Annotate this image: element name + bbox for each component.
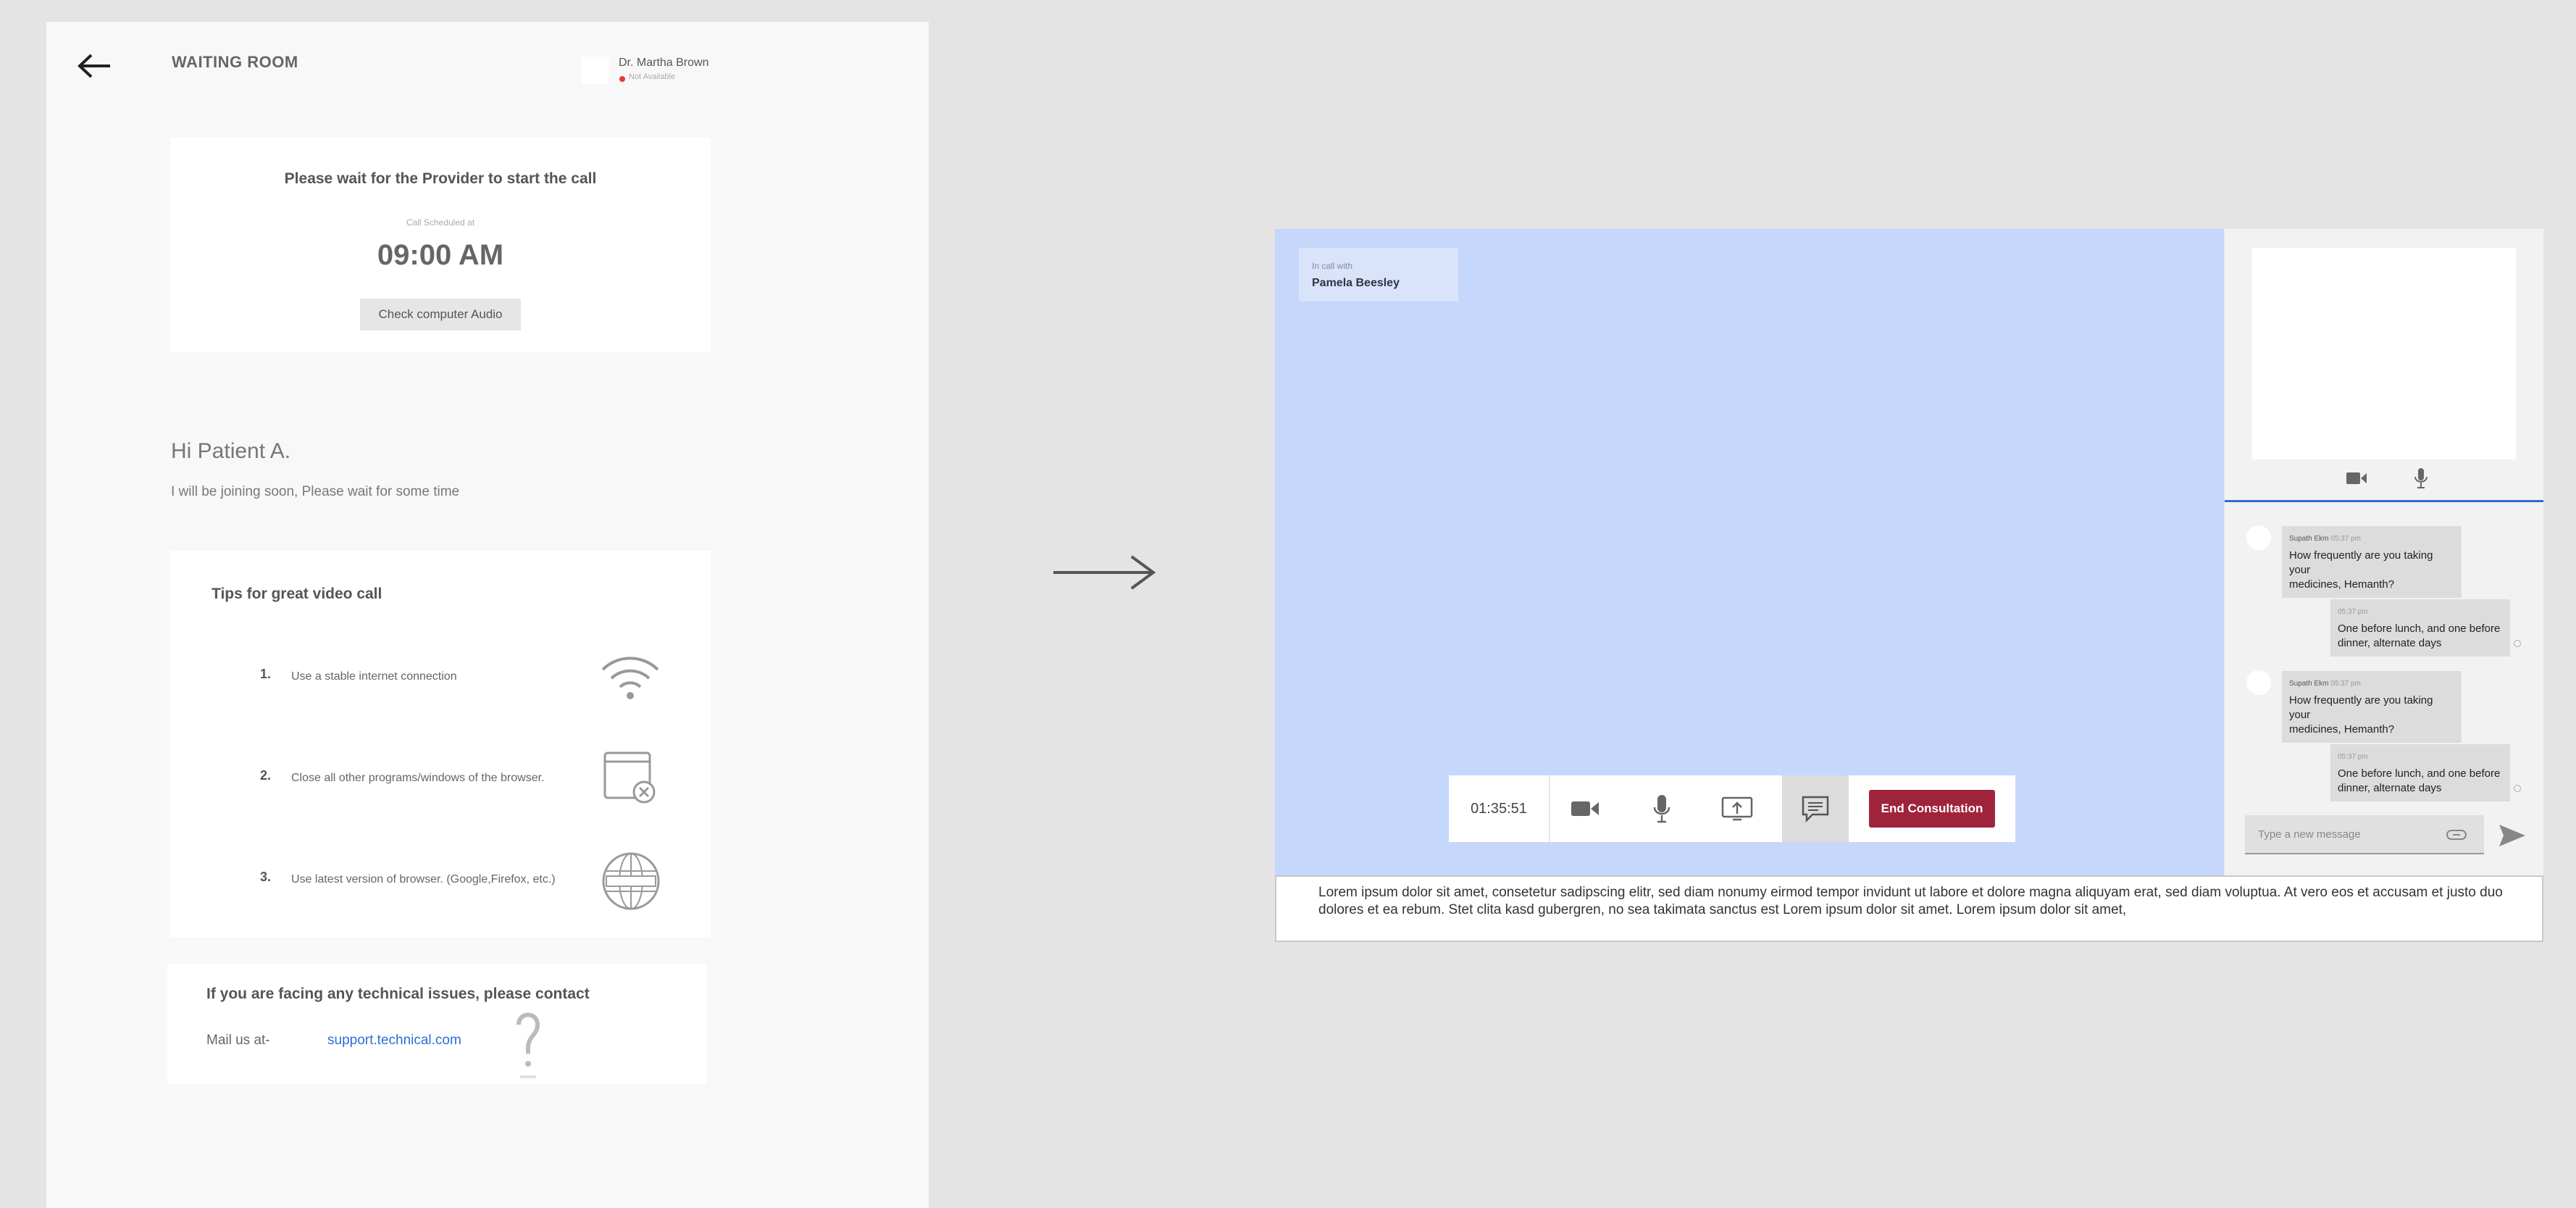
in-call-badge: In call with Pamela Beesley [1299, 248, 1458, 301]
mic-toggle-button[interactable] [1628, 775, 1695, 842]
tip-number: 1. [260, 667, 272, 681]
message-time: 05:37 pm [2330, 680, 2361, 688]
globe-icon [602, 852, 660, 910]
send-icon[interactable] [2498, 823, 2527, 848]
message-line: dinner, alternate days [2338, 782, 2442, 794]
chat-message-sent: 05:37 pm One before lunch, and one befor… [2330, 744, 2510, 801]
tips-title: Tips for great video call [212, 586, 382, 602]
tip-text: Close all other programs/windows of the … [291, 772, 545, 784]
wait-card: Please wait for the Provider to start th… [170, 138, 711, 352]
end-consultation-button[interactable]: End Consultation [1869, 790, 1995, 828]
question-mark-icon [517, 1012, 540, 1078]
video-camera-icon [1571, 801, 1599, 816]
message-line: How frequently are you taking your [2289, 549, 2433, 576]
caption-box: Lorem ipsum dolor sit amet, consetetur s… [1275, 875, 2543, 942]
message-line: dinner, alternate days [2338, 637, 2442, 649]
greeting: Hi Patient A. [171, 439, 291, 463]
message-line: One before lunch, and one before [2338, 622, 2501, 635]
chat-toggle-button[interactable] [1782, 775, 1849, 842]
chat-message-received: Supath Ekm 05:37 pm How frequently are y… [2282, 526, 2462, 598]
message-time: 05:37 pm [2338, 608, 2368, 616]
doctor-status: Not Available [629, 72, 676, 81]
mail-prefix: Mail us at- [206, 1033, 270, 1048]
sender-avatar [2246, 670, 2271, 695]
check-audio-button[interactable]: Check computer Audio [360, 299, 521, 330]
close-window-icon [603, 751, 656, 804]
self-mic-icon[interactable] [2414, 467, 2428, 489]
support-card: If you are facing any technical issues, … [167, 964, 706, 1084]
microphone-icon [1653, 795, 1670, 823]
chat-message-sent: 05:37 pm One before lunch, and one befor… [2330, 599, 2510, 657]
doctor-avatar [581, 57, 609, 84]
share-screen-button[interactable] [1704, 775, 1770, 842]
tips-card: Tips for great video call 1. Use a stabl… [170, 551, 711, 938]
wait-heading: Please wait for the Provider to start th… [284, 170, 597, 187]
tip-number: 3. [260, 870, 272, 884]
greeting-subtitle: I will be joining soon, Please wait for … [171, 484, 460, 499]
support-title: If you are facing any technical issues, … [206, 986, 590, 1002]
tip-text: Use latest version of browser. (Google,F… [291, 873, 556, 886]
status-dot-icon [619, 76, 625, 82]
wifi-icon [601, 657, 659, 699]
in-call-label: In call with [1312, 261, 1353, 271]
support-email-link[interactable]: support.technical.com [327, 1033, 461, 1049]
video-toggle-button[interactable] [1552, 775, 1618, 842]
sender-avatar [2246, 525, 2271, 550]
in-call-name: Pamela Beesley [1312, 277, 1400, 289]
chat-icon [1802, 796, 1829, 822]
scheduled-label: Call Scheduled at [406, 217, 475, 228]
chat-message-received: Supath Ekm 05:37 pm How frequently are y… [2282, 671, 2462, 743]
read-receipt-icon [2514, 785, 2521, 792]
doctor-name: Dr. Martha Brown [619, 57, 709, 69]
caption-text: Lorem ipsum dolor sit amet, consetetur s… [1318, 885, 2503, 917]
self-video-camera-icon[interactable] [2346, 471, 2367, 486]
sender-name: Supath Ekm [2289, 680, 2329, 688]
page-title: WAITING ROOM [172, 53, 298, 71]
call-timer: 01:35:51 [1471, 800, 1527, 817]
flow-arrow-icon [1053, 555, 1156, 590]
message-time: 05:37 pm [2330, 535, 2361, 543]
sender-name: Supath Ekm [2289, 535, 2329, 543]
message-line: How frequently are you taking your [2289, 694, 2433, 721]
message-time: 05:37 pm [2338, 753, 2368, 761]
message-line: One before lunch, and one before [2338, 767, 2501, 780]
self-video-preview [2252, 248, 2516, 459]
tip-number: 2. [260, 768, 272, 783]
divider [1549, 775, 1550, 842]
message-line: medicines, Hemanth? [2289, 578, 2395, 591]
panel-divider [2225, 500, 2543, 502]
screen-share-icon [1721, 796, 1753, 821]
call-control-bar: 01:35:51 End Consultation [1449, 775, 2015, 842]
back-arrow-icon[interactable] [72, 48, 119, 84]
tip-text: Use a stable internet connection [291, 670, 457, 683]
scheduled-time: 09:00 AM [377, 239, 504, 271]
message-line: medicines, Hemanth? [2289, 723, 2395, 736]
attachment-icon[interactable] [2446, 828, 2467, 841]
read-receipt-icon [2514, 640, 2521, 647]
